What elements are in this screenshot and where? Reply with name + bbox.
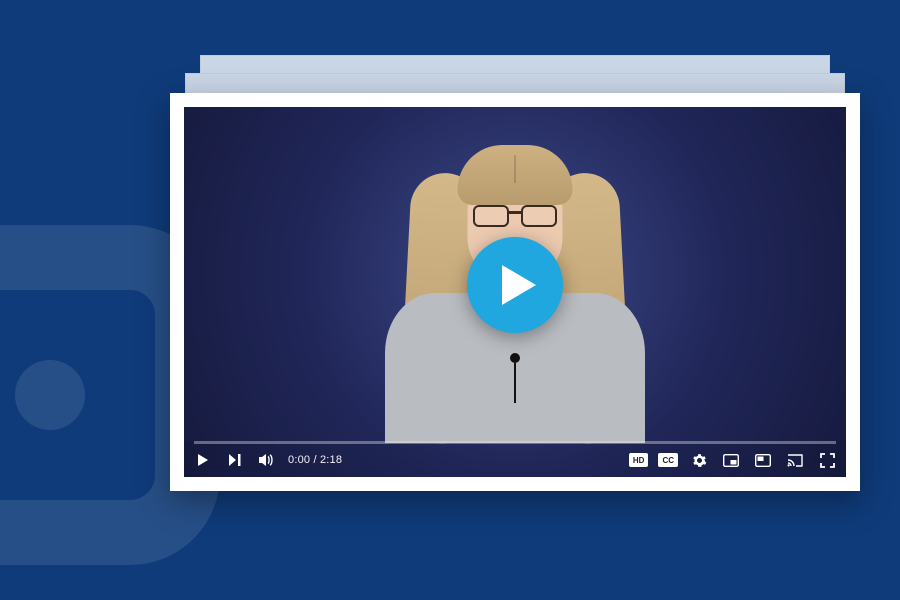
hd-badge[interactable]: HD [629,453,649,467]
lavalier-mic-icon [510,353,520,363]
next-button[interactable] [224,449,246,471]
time-display: 0:00 / 2:18 [288,454,342,466]
progress-bar[interactable] [194,441,836,444]
volume-button[interactable] [256,449,278,471]
next-icon [228,453,242,467]
video-card: 0:00 / 2:18 HD CC [170,93,860,491]
play-icon [196,453,210,467]
video-player[interactable]: 0:00 / 2:18 HD CC [184,107,846,477]
cast-button[interactable] [784,449,806,471]
settings-button[interactable] [688,449,710,471]
pip-button[interactable] [752,449,774,471]
settings-icon [692,453,707,468]
video-card-stack: 0:00 / 2:18 HD CC [170,55,860,485]
video-controls: 0:00 / 2:18 HD CC [184,441,846,477]
cast-icon [787,454,803,467]
fullscreen-icon [820,453,835,468]
captions-button[interactable]: CC [658,453,678,467]
play-overlay-button[interactable] [467,237,563,333]
play-overlay-icon [502,265,536,305]
volume-icon [259,453,275,467]
fullscreen-button[interactable] [816,449,838,471]
miniplayer-icon [723,454,739,467]
play-button[interactable] [192,449,214,471]
miniplayer-button[interactable] [720,449,742,471]
pip-icon [755,454,771,467]
